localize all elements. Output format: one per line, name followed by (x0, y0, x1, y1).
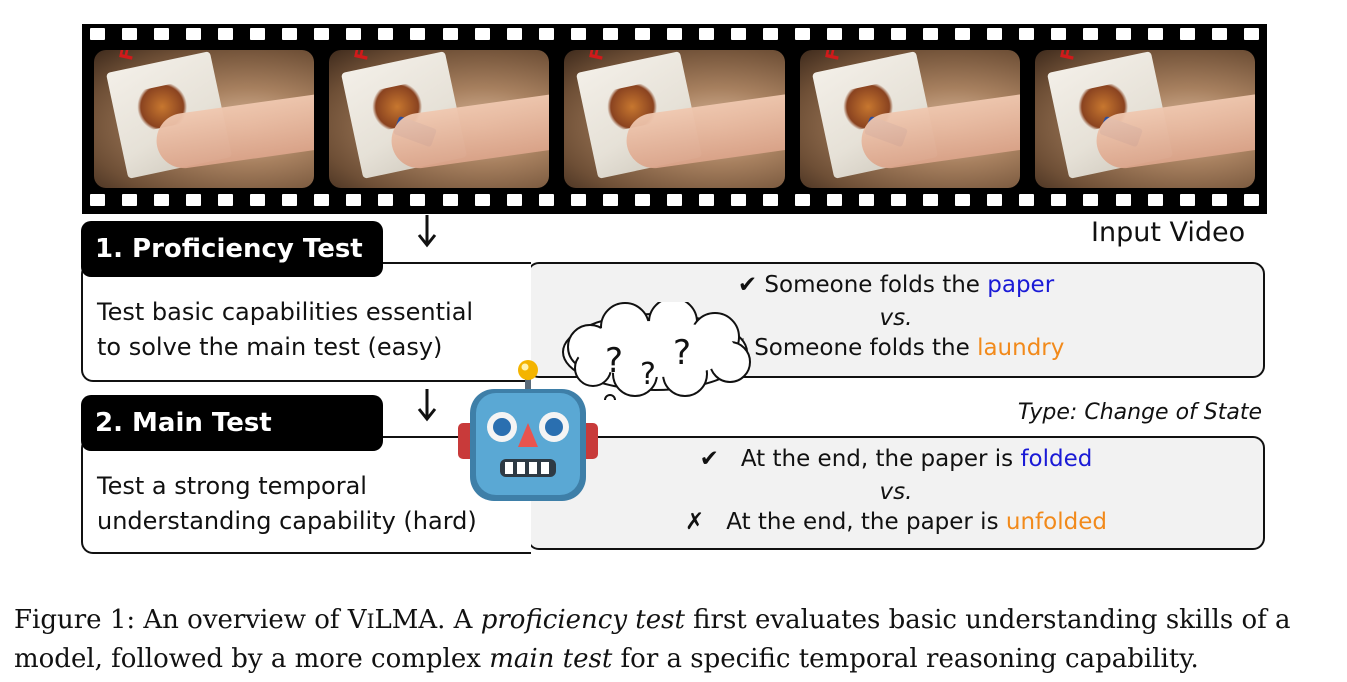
film-perforations-top (90, 28, 1259, 44)
question-mark: ? (640, 357, 656, 392)
question-mark: ? (605, 341, 623, 381)
proficiency-test-description: Test basic capabilities essential to sol… (97, 298, 474, 361)
robot-icon (458, 360, 598, 501)
figure-caption: Figure 1: An overview of VILMA. A profic… (14, 605, 1291, 674)
video-frame-2: FRE (329, 50, 550, 188)
video-frame-3: FRE (564, 50, 785, 188)
video-frame-5: FRE (1034, 50, 1256, 188)
proficiency-correct-option: ✔ Someone folds the paper (737, 272, 1055, 298)
proficiency-test-title: 1. Proficiency Test (81, 221, 383, 277)
main-wrong-option: ✗ At the end, the paper is unfolded (685, 509, 1107, 535)
down-arrow-icon (417, 389, 437, 422)
main-correct-option: ✔ At the end, the paper is folded (699, 446, 1093, 472)
video-frame-1: FRE (94, 50, 315, 188)
input-video-filmstrip: FRE FRE FRE FRE FRE (82, 24, 1267, 214)
main-test-title: 2. Main Test (81, 395, 383, 451)
video-frame-4: FRE (799, 50, 1020, 188)
down-arrow-icon (417, 215, 437, 248)
film-perforations-bottom (90, 194, 1259, 210)
proficiency-connector (370, 262, 530, 264)
main-vs: vs. (879, 479, 913, 505)
main-test-type: Type: Change of State (1017, 400, 1262, 425)
main-test-description: Test a strong temporal understanding cap… (97, 472, 477, 535)
input-video-label: Input Video (1091, 217, 1246, 248)
question-mark: ? (673, 333, 691, 373)
